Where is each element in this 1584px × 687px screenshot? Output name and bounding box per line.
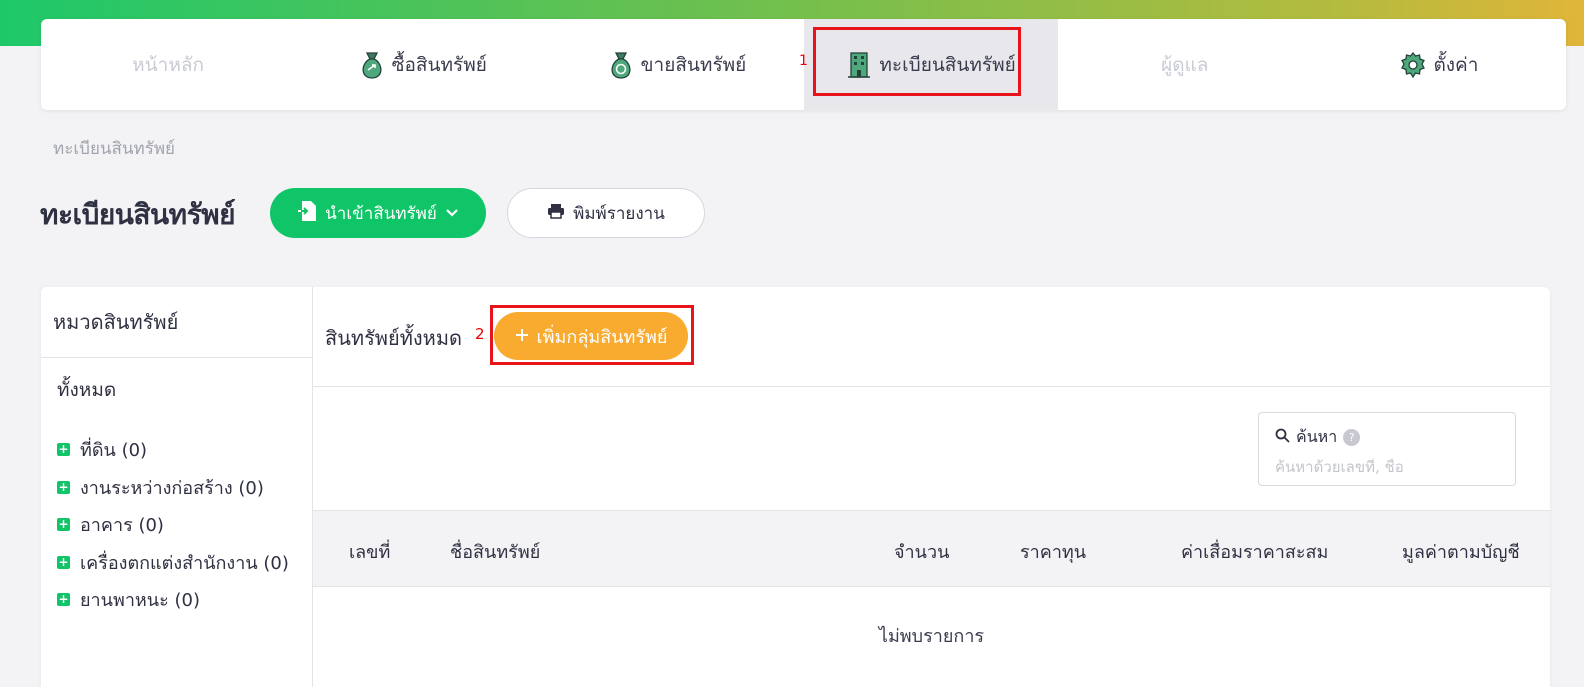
nav-item-settings[interactable]: ตั้งค่า — [1312, 19, 1566, 110]
money-bag-icon — [358, 50, 386, 80]
column-header-accumulated-depreciation[interactable]: ค่าเสื่อมราคาสะสม — [1181, 537, 1328, 566]
column-header-cost[interactable]: ราคาทุน — [1020, 537, 1086, 566]
category-all[interactable]: ทั้งหมด — [57, 375, 116, 405]
nav-item-label: ผู้ดูแล — [1161, 53, 1209, 76]
column-header-asset-name[interactable]: ชื่อสินทรัพย์ — [450, 537, 540, 566]
category-label: งานระหว่างก่อสร้าง (0) — [80, 477, 264, 499]
help-icon[interactable]: ? — [1343, 429, 1361, 446]
search-box: ค้นหา ? — [1258, 412, 1516, 486]
category-label: เครื่องตกแต่งสำนักงาน (0) — [80, 552, 289, 574]
category-sidebar: หมวดสินทรัพย์ ทั้งหมด + ที่ดิน (0) + งาน… — [41, 287, 313, 687]
import-assets-label: นำเข้าสินทรัพย์ — [325, 203, 437, 224]
nav-item-asset-register[interactable]: ทะเบียนสินทรัพย์ — [803, 19, 1058, 110]
column-header-quantity[interactable]: จำนวน — [894, 537, 949, 566]
gear-icon — [1399, 50, 1427, 80]
building-icon — [845, 50, 873, 80]
expand-plus-icon[interactable]: + — [57, 593, 70, 607]
import-assets-button[interactable]: นำเข้าสินทรัพย์ — [270, 188, 486, 238]
print-report-button[interactable]: พิมพ์รายงาน — [507, 188, 705, 238]
expand-plus-icon[interactable]: + — [57, 518, 70, 532]
add-asset-group-label: เพิ่มกลุ่มสินทรัพย์ — [536, 326, 668, 348]
nav-item-label: ทะเบียนสินทรัพย์ — [879, 53, 1016, 76]
plus-icon — [515, 326, 529, 347]
category-label: ที่ดิน (0) — [80, 440, 148, 462]
step-marker-2: 2 — [475, 325, 485, 343]
category-label: อาคาร (0) — [80, 515, 164, 537]
expand-plus-icon[interactable]: + — [57, 480, 70, 494]
add-asset-group-button[interactable]: เพิ่มกลุ่มสินทรัพย์ — [494, 312, 688, 360]
step-marker-1: 1 — [799, 53, 808, 69]
nav-item-sell-assets[interactable]: ขายสินทรัพย์ — [549, 19, 803, 110]
search-label-row: ค้นหา ? — [1275, 425, 1499, 450]
print-report-label: พิมพ์รายงาน — [573, 203, 665, 224]
nav-item-label: ตั้งค่า — [1433, 53, 1479, 76]
expand-plus-icon[interactable]: + — [57, 443, 70, 457]
nav-item-label: หน้าหลัก — [132, 53, 205, 76]
main-title: สินทรัพย์ทั้งหมด — [325, 326, 463, 350]
asset-main: สินทรัพย์ทั้งหมด 2 เพิ่มกลุ่มสินทรัพย์ ค… — [313, 287, 1550, 687]
category-list: + ที่ดิน (0) + งานระหว่างก่อสร้าง (0) + … — [57, 425, 289, 625]
nav-item-home[interactable]: หน้าหลัก — [41, 19, 295, 110]
category-label: ยานพาหนะ (0) — [80, 590, 200, 612]
column-header-book-value[interactable]: มูลค่าตามบัญชี — [1402, 537, 1520, 566]
nav-item-label: ซื้อสินทรัพย์ — [391, 53, 487, 76]
search-icon — [1275, 428, 1290, 447]
file-import-icon — [297, 200, 317, 227]
chevron-down-icon — [445, 203, 459, 223]
expand-plus-icon[interactable]: + — [57, 555, 70, 569]
main-header: สินทรัพย์ทั้งหมด 2 เพิ่มกลุ่มสินทรัพย์ — [313, 287, 1550, 387]
nav-item-label: ขายสินทรัพย์ — [640, 53, 747, 76]
search-area: ค้นหา ? — [313, 387, 1550, 511]
sidebar-title: หมวดสินทรัพย์ — [41, 287, 312, 358]
money-bag-icon — [607, 50, 635, 80]
nav-item-buy-assets[interactable]: ซื้อสินทรัพย์ — [295, 19, 549, 110]
page-title: ทะเบียนสินทรัพย์ — [40, 198, 235, 231]
category-item[interactable]: + ยานพาหนะ (0) — [57, 575, 289, 625]
printer-icon — [547, 203, 565, 224]
search-label: ค้นหา — [1296, 427, 1338, 446]
empty-state-text: ไม่พบรายการ — [878, 626, 985, 647]
search-input[interactable] — [1275, 458, 1499, 476]
table-header: เลขที่ ชื่อสินทรัพย์ จำนวน ราคาทุน ค่าเส… — [313, 511, 1550, 587]
column-header-number[interactable]: เลขที่ — [349, 537, 390, 566]
breadcrumb[interactable]: ทะเบียนสินทรัพย์ — [53, 135, 175, 162]
asset-panel: หมวดสินทรัพย์ ทั้งหมด + ที่ดิน (0) + งาน… — [41, 287, 1550, 687]
nav-item-custodian[interactable]: ผู้ดูแล — [1058, 19, 1312, 110]
